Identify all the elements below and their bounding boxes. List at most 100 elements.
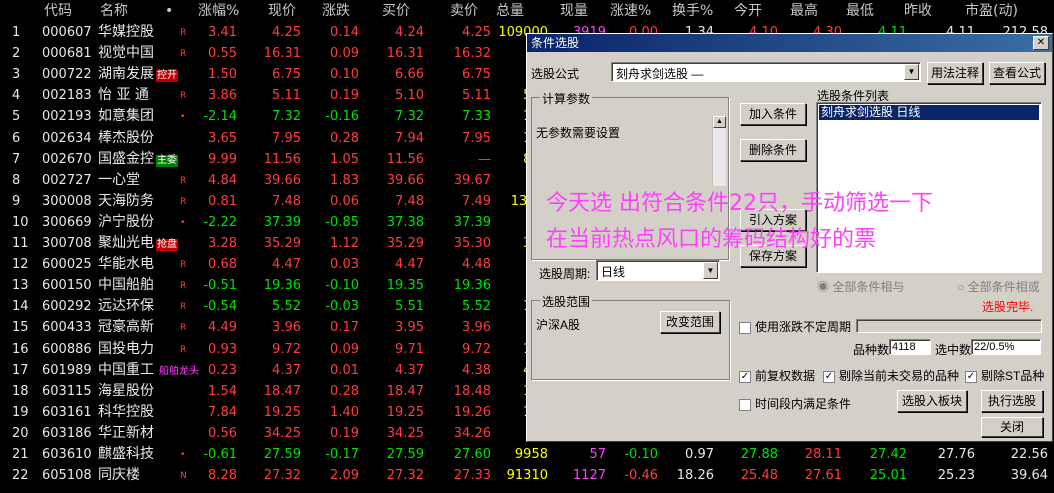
header-current-vol[interactable]: 现量 <box>560 0 588 22</box>
stock-name[interactable]: 如意集团 <box>98 106 164 127</box>
params-scrollbar[interactable]: ▲ <box>712 116 726 186</box>
stock-code[interactable]: 300008 <box>42 191 96 212</box>
row-index: 3 <box>12 67 21 83</box>
ask-price: 5.11 <box>462 88 491 104</box>
header-code[interactable]: 代码 <box>44 0 72 22</box>
checkbox-icon[interactable] <box>739 398 751 411</box>
stock-name[interactable]: 天海防务 <box>98 191 164 212</box>
header-prev-close[interactable]: 昨收 <box>904 0 932 22</box>
stock-name[interactable]: 国盛金控 <box>98 149 164 170</box>
header-ask[interactable]: 卖价 <box>450 0 478 22</box>
row-index: 18 <box>12 383 29 399</box>
exclude-st-checkbox[interactable]: ✓ 剔除ST品种 <box>965 367 1044 384</box>
stock-name[interactable]: 聚灿光电 <box>98 233 164 254</box>
stock-name[interactable]: 冠豪高新 <box>98 317 164 338</box>
exclude-untraded-checkbox[interactable]: ✓ 剔除当前未交易的品种 <box>823 367 959 384</box>
stock-code[interactable]: 000722 <box>42 64 96 85</box>
add-to-block-button[interactable]: 选股入板块 <box>897 390 967 412</box>
stock-name[interactable]: 华媒控股 <box>98 22 164 43</box>
stock-name[interactable]: 海星股份 <box>98 381 164 402</box>
close-button[interactable]: 关闭 <box>981 417 1043 437</box>
stock-code[interactable]: 002634 <box>42 128 96 149</box>
view-formula-button[interactable]: 查看公式 <box>989 62 1045 84</box>
change-range-button[interactable]: 改变范围 <box>660 311 720 333</box>
formula-select[interactable]: 刻舟求剑选股 — ▼ <box>611 62 921 82</box>
header-bid[interactable]: 买价 <box>382 0 410 22</box>
header-low[interactable]: 最低 <box>846 0 874 22</box>
stock-code[interactable]: 603161 <box>42 402 96 423</box>
stock-code[interactable]: 603610 <box>42 444 96 465</box>
stock-code[interactable]: 600433 <box>42 317 96 338</box>
stock-code[interactable]: 002193 <box>42 106 96 127</box>
stock-code[interactable]: 605108 <box>42 465 96 486</box>
pre-restore-label: 前复权数据 <box>755 369 816 383</box>
stock-name[interactable]: 视觉中国 <box>98 43 164 64</box>
stock-name[interactable]: 棒杰股份 <box>98 128 164 149</box>
check-icon[interactable]: ✓ <box>965 370 977 383</box>
stock-code[interactable]: 600886 <box>42 339 96 360</box>
period-select[interactable]: 日线 ▼ <box>596 260 720 281</box>
stock-code[interactable]: 600150 <box>42 275 96 296</box>
stock-name[interactable]: 华正新材 <box>98 423 164 444</box>
stock-name[interactable]: 远达环保 <box>98 296 164 317</box>
stock-code[interactable]: 601989 <box>42 360 96 381</box>
stock-code[interactable]: 000681 <box>42 43 96 64</box>
add-condition-button[interactable]: 加入条件 <box>740 103 806 125</box>
row-index: 8 <box>12 172 21 188</box>
header-turnover[interactable]: 换手% <box>672 0 713 22</box>
header-price[interactable]: 现价 <box>268 0 296 22</box>
close-icon[interactable]: ✕ <box>1033 36 1049 50</box>
header-speed[interactable]: 涨速% <box>610 0 651 22</box>
header-pe[interactable]: 市盈(动) <box>965 0 1018 22</box>
stock-name[interactable]: 怡 亚 通 <box>98 85 164 106</box>
stock-code[interactable]: 600025 <box>42 254 96 275</box>
stock-code[interactable]: 300669 <box>42 212 96 233</box>
stock-name[interactable]: 湖南发展 <box>98 64 164 85</box>
header-change[interactable]: 涨跌 <box>322 0 350 22</box>
header-flag[interactable]: • <box>165 0 173 22</box>
header-name[interactable]: 名称 <box>100 0 128 22</box>
stock-name[interactable]: 国投电力 <box>98 339 164 360</box>
stock-code[interactable]: 002727 <box>42 170 96 191</box>
usage-notes-button[interactable]: 用法注释 <box>927 62 983 84</box>
or-radio[interactable]: ○ 全部条件相或 <box>957 278 1040 295</box>
stock-code[interactable]: 300708 <box>42 233 96 254</box>
exclude-untraded-label: 剔除当前未交易的品种 <box>839 369 960 383</box>
stock-code[interactable]: 002183 <box>42 85 96 106</box>
condition-list-item[interactable]: 刻舟求剑选股 日线 <box>819 105 1039 120</box>
check-icon[interactable]: ✓ <box>823 370 835 383</box>
delete-condition-button[interactable]: 删除条件 <box>740 139 806 161</box>
stock-name[interactable]: 华能水电 <box>98 254 164 275</box>
chevron-down-icon[interactable]: ▼ <box>904 64 919 80</box>
stock-name[interactable]: 同庆楼 <box>98 465 164 486</box>
header-open[interactable]: 今开 <box>734 0 762 22</box>
scroll-up-icon[interactable]: ▲ <box>713 116 726 128</box>
and-radio[interactable]: ◉ 全部条件相与 <box>817 278 904 295</box>
change-pct: 0.81 <box>208 193 237 209</box>
run-selection-button[interactable]: 执行选股 <box>981 390 1043 412</box>
checkbox-icon[interactable] <box>739 321 751 334</box>
pre-restore-checkbox[interactable]: ✓ 前复权数据 <box>739 367 815 384</box>
change-pct: 4.84 <box>208 172 237 188</box>
stock-code[interactable]: 600292 <box>42 296 96 317</box>
time-cond-checkbox[interactable]: 时间段内满足条件 <box>739 395 851 412</box>
stock-name[interactable]: 沪宁股份 <box>98 212 164 233</box>
header-volume[interactable]: 总量 <box>496 0 524 22</box>
stock-name[interactable]: 一心堂 <box>98 170 164 191</box>
stock-name[interactable]: 中国重工 <box>98 360 164 381</box>
low-price: 27.42 <box>869 447 907 462</box>
check-icon[interactable]: ✓ <box>739 370 751 383</box>
stock-name[interactable]: 麒盛科技 <box>98 444 164 465</box>
stock-code[interactable]: 603115 <box>42 381 96 402</box>
formula-select-value: 刻舟求剑选股 — <box>616 67 704 81</box>
stock-code[interactable]: 603186 <box>42 423 96 444</box>
stock-code[interactable]: 002670 <box>42 149 96 170</box>
use-period-checkbox[interactable]: 使用涨跌不定周期 <box>739 318 851 335</box>
header-high[interactable]: 最高 <box>790 0 818 22</box>
header-change-pct[interactable]: 涨幅% <box>198 0 239 22</box>
stock-name[interactable]: 中国船舶 <box>98 275 164 296</box>
chevron-down-icon[interactable]: ▼ <box>703 262 718 279</box>
exclude-st-label: 剔除ST品种 <box>981 369 1045 383</box>
stock-code[interactable]: 000607 <box>42 22 96 43</box>
stock-name[interactable]: 科华控股 <box>98 402 164 423</box>
